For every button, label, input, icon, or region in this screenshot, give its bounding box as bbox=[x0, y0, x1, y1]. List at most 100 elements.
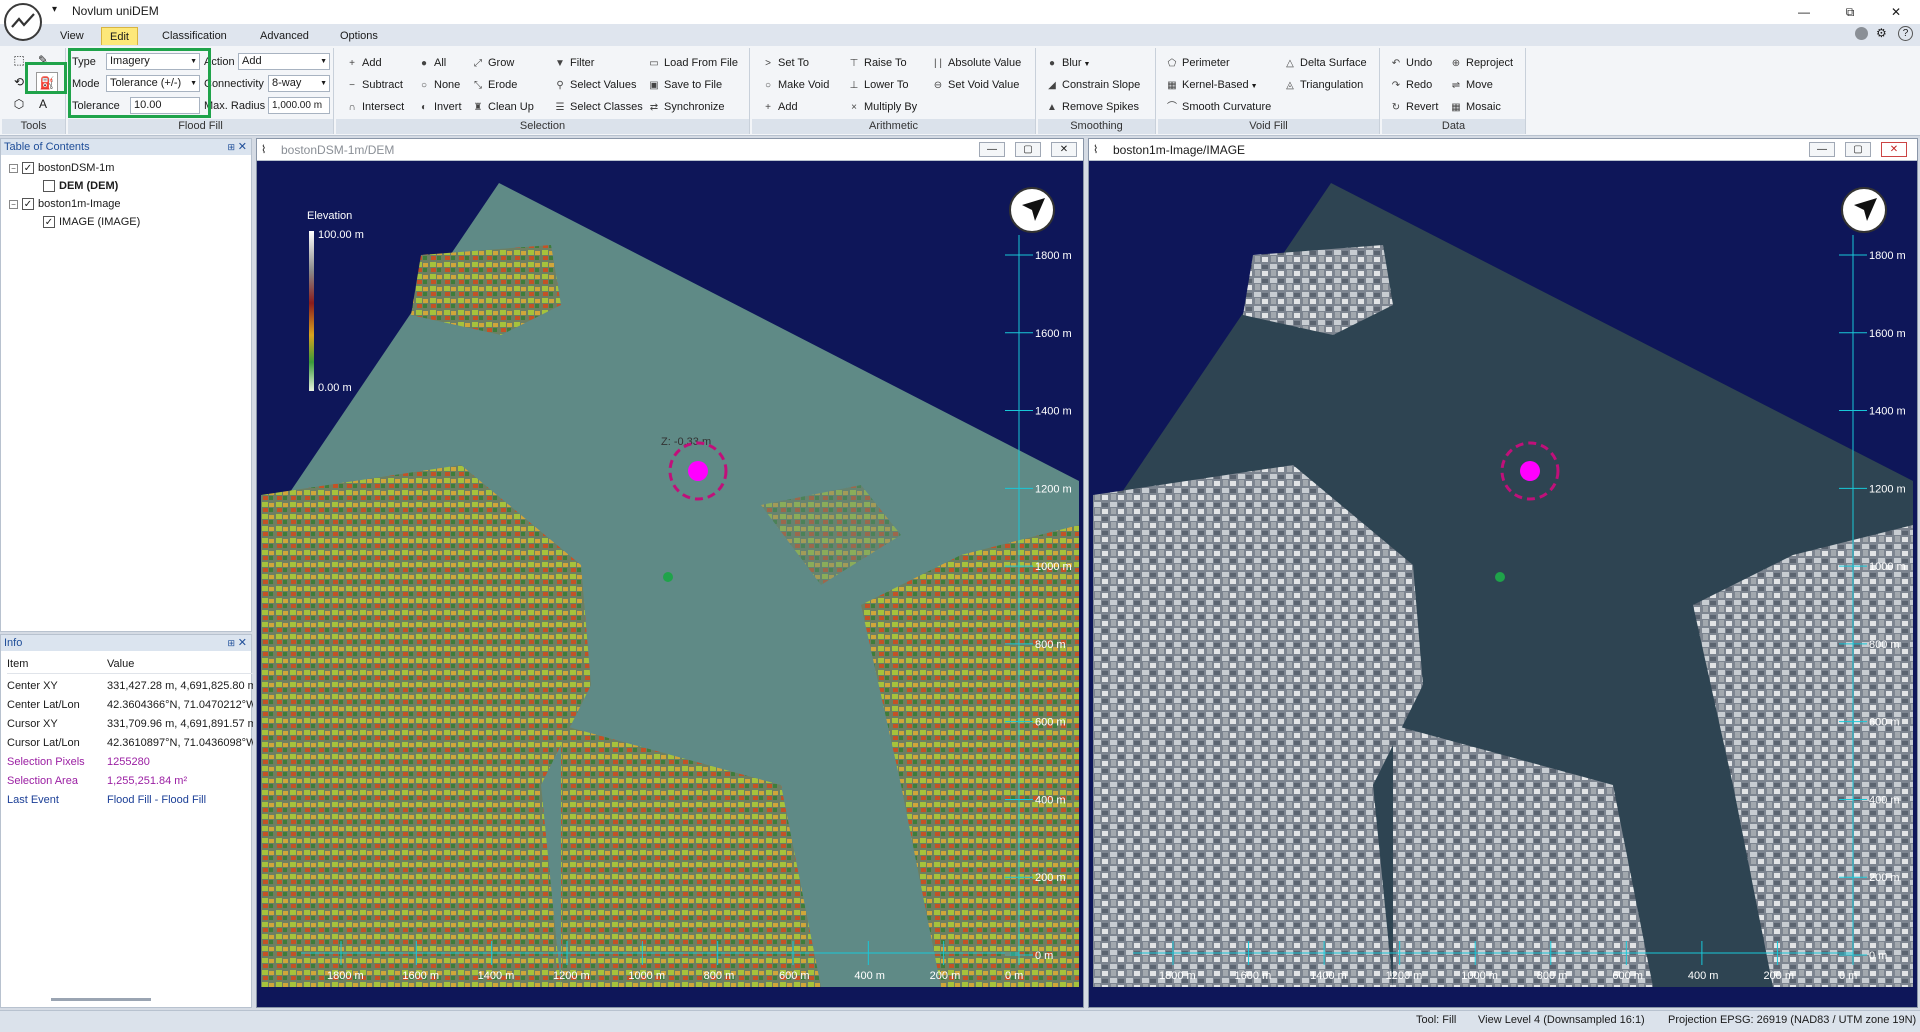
spike-icon: ▲ bbox=[1047, 102, 1057, 113]
close-icon[interactable]: ✕ bbox=[238, 139, 247, 155]
close-window-button[interactable]: ✕ bbox=[1882, 2, 1910, 22]
data-mosaic[interactable]: ▦ Mosaic bbox=[1450, 98, 1501, 116]
image-y-tick-label: 200 m bbox=[1869, 872, 1900, 884]
arith-absolute-value[interactable]: | | Absolute Value bbox=[932, 54, 1021, 72]
quick-access-dropdown[interactable]: ▾ bbox=[52, 4, 57, 15]
checkbox-checked-icon: ✓ bbox=[22, 198, 34, 211]
arith-raise-to[interactable]: ⊤ Raise To bbox=[848, 54, 907, 72]
info-row-center-xy: Center XY 331,427.28 m, 4,691,825.80 m bbox=[7, 680, 253, 692]
close-icon[interactable]: ✕ bbox=[238, 635, 247, 651]
selection-subtract[interactable]: − Subtract bbox=[346, 76, 403, 94]
dem-x-tick-label: 1600 m bbox=[402, 970, 439, 982]
pin-icon[interactable]: ⊞ bbox=[227, 139, 235, 155]
tab-classification[interactable]: Classification bbox=[154, 27, 235, 45]
app-logo[interactable] bbox=[4, 3, 42, 41]
tab-edit[interactable]: Edit bbox=[101, 27, 138, 45]
data-move[interactable]: ⇌ Move bbox=[1450, 76, 1493, 94]
dem-map-canvas[interactable]: Elevation 100.00 m 0.00 m Z: -0.33 m 180… bbox=[261, 165, 1079, 987]
legend-max: 100.00 m bbox=[318, 229, 364, 241]
toc-layer-dem[interactable]: DEM (DEM) bbox=[43, 177, 118, 195]
curve-icon: ⌒ bbox=[1167, 102, 1177, 113]
image-y-tick-label: 1200 m bbox=[1869, 483, 1906, 495]
dem-close-button[interactable]: ✕ bbox=[1051, 142, 1077, 157]
image-maximize-button[interactable]: ▢ bbox=[1845, 142, 1871, 157]
toc-layer-image-band[interactable]: ✓ IMAGE (IMAGE) bbox=[43, 213, 140, 231]
arith-lower-to[interactable]: ⊥ Lower To bbox=[848, 76, 909, 94]
group-label-void-fill: Void Fill bbox=[1158, 119, 1379, 134]
title-bar: ▾ Novlum uniDEM — ⧉ ✕ bbox=[0, 0, 1920, 24]
void-triangulation[interactable]: ◬ Triangulation bbox=[1284, 76, 1363, 94]
toc-layer-image[interactable]: − ✓ boston1m-Image bbox=[9, 195, 121, 213]
broom-icon: ♜ bbox=[473, 102, 483, 113]
smooth-remove-spikes[interactable]: ▲ Remove Spikes bbox=[1046, 98, 1139, 116]
restore-button[interactable]: ⧉ bbox=[1836, 2, 1864, 22]
data-undo[interactable]: ↶ Undo bbox=[1390, 54, 1433, 72]
data-reproject[interactable]: ⊕ Reproject bbox=[1450, 54, 1513, 72]
selection-save-to-file[interactable]: ▣ Save to File bbox=[648, 76, 722, 94]
dem-y-tick-label: 200 m bbox=[1035, 872, 1066, 884]
dem-view-window[interactable]: ⌇ bostonDSM-1m/DEM — ▢ ✕ Elevation 100.0… bbox=[256, 138, 1084, 1008]
image-view-window[interactable]: ⌇ boston1m-Image/IMAGE — ▢ ✕ 1800 m 1600… bbox=[1088, 138, 1918, 1008]
selection-clean-up[interactable]: ♜ Clean Up bbox=[472, 98, 534, 116]
selection-filter[interactable]: ▼ Filter bbox=[554, 54, 594, 72]
polygon-select-icon[interactable]: ⬡ bbox=[8, 94, 30, 114]
arith-set-to[interactable]: > Set To bbox=[762, 54, 809, 72]
image-minimize-button[interactable]: — bbox=[1809, 142, 1835, 157]
selection-invert[interactable]: ◐ Invert bbox=[418, 98, 462, 116]
selection-intersect[interactable]: ∩ Intersect bbox=[346, 98, 404, 116]
highlight-fill-tool bbox=[25, 62, 67, 94]
void-delta-surface[interactable]: △ Delta Surface bbox=[1284, 54, 1367, 72]
selection-synchronize[interactable]: ⇄ Synchronize bbox=[648, 98, 725, 116]
group-selection: + Add − Subtract ∩ Intersect ● All ○ None ◐ In… bbox=[336, 48, 750, 134]
void-kernel-based[interactable]: ▦ Kernel-Based ▼ bbox=[1166, 76, 1257, 94]
image-city-west bbox=[1093, 465, 1423, 987]
selection-grow[interactable]: ⤢ Grow bbox=[472, 54, 514, 72]
selection-select-values[interactable]: ⚲ Select Values bbox=[554, 76, 636, 94]
help-icon[interactable]: ? bbox=[1898, 26, 1913, 41]
toc-layer-dsm[interactable]: − ✓ bostonDSM-1m bbox=[9, 159, 114, 177]
tab-advanced[interactable]: Advanced bbox=[252, 27, 317, 45]
slope-icon: ◢ bbox=[1048, 80, 1056, 91]
selection-load-from-file[interactable]: ▭ Load From File bbox=[648, 54, 738, 72]
selection-add[interactable]: + Add bbox=[346, 54, 382, 72]
group-void-fill: ⬠ Perimeter ▦ Kernel-Based ▼ ⌒ Smooth Curva… bbox=[1158, 48, 1380, 134]
tab-view[interactable]: View bbox=[52, 27, 92, 45]
minimize-button[interactable]: — bbox=[1790, 2, 1818, 22]
image-x-tick-label: 200 m bbox=[1763, 970, 1794, 982]
empty-circle-icon: ○ bbox=[420, 80, 428, 91]
delta-icon: △ bbox=[1286, 58, 1294, 69]
arith-add[interactable]: + Add bbox=[762, 98, 798, 116]
dem-minimize-button[interactable]: — bbox=[979, 142, 1005, 157]
selection-erode[interactable]: ⤡ Erode bbox=[472, 76, 517, 94]
plus-icon: + bbox=[765, 102, 771, 113]
info-scrollbar[interactable] bbox=[51, 998, 151, 1001]
mosaic-icon: ▦ bbox=[1451, 102, 1461, 113]
dem-maximize-button[interactable]: ▢ bbox=[1015, 142, 1041, 157]
tab-options[interactable]: Options bbox=[332, 27, 386, 45]
void-smooth-curvature[interactable]: ⌒ Smooth Curvature bbox=[1166, 98, 1271, 116]
action-select[interactable]: Add ▼ bbox=[238, 53, 330, 70]
arith-make-void[interactable]: ○ Make Void bbox=[762, 76, 829, 94]
group-smoothing: ● Blur ▼ ◢ Constrain Slope ▲ Remove Spikes … bbox=[1038, 48, 1156, 134]
filled-circle-icon: ● bbox=[420, 58, 428, 69]
image-close-button[interactable]: ✕ bbox=[1881, 142, 1907, 157]
group-label-flood-fill: Flood Fill bbox=[68, 119, 333, 134]
text-tool-icon[interactable]: A bbox=[32, 94, 54, 114]
selection-select-classes[interactable]: ☰ Select Classes bbox=[554, 98, 643, 116]
selection-all[interactable]: ● All bbox=[418, 54, 446, 72]
smooth-constrain-slope[interactable]: ◢ Constrain Slope bbox=[1046, 76, 1140, 94]
arith-multiply-by[interactable]: × Multiply By bbox=[848, 98, 917, 116]
data-revert[interactable]: ↻ Revert bbox=[1390, 98, 1439, 116]
void-perimeter[interactable]: ⬠ Perimeter bbox=[1166, 54, 1230, 72]
data-redo[interactable]: ↷ Redo bbox=[1390, 76, 1433, 94]
arith-set-void-value[interactable]: ⊖ Set Void Value bbox=[932, 76, 1020, 94]
max-radius-input[interactable]: 1,000.00 m bbox=[268, 97, 330, 114]
settings-icon[interactable]: ⚙ bbox=[1876, 26, 1887, 40]
selection-none[interactable]: ○ None bbox=[418, 76, 460, 94]
chart-line-icon: ⌇ bbox=[1093, 144, 1099, 156]
image-map-canvas[interactable]: 1800 m 1600 m 1400 m 1200 m 1000 m 800 m 600 m… bbox=[1093, 165, 1913, 987]
pin-icon[interactable]: ⊞ bbox=[227, 635, 235, 651]
group-arithmetic: > Set To ○ Make Void + Add ⊤ Raise To ⊥ Lower… bbox=[752, 48, 1036, 134]
connectivity-select[interactable]: 8-way ▼ bbox=[268, 75, 330, 92]
smooth-blur[interactable]: ● Blur ▼ bbox=[1046, 54, 1090, 72]
